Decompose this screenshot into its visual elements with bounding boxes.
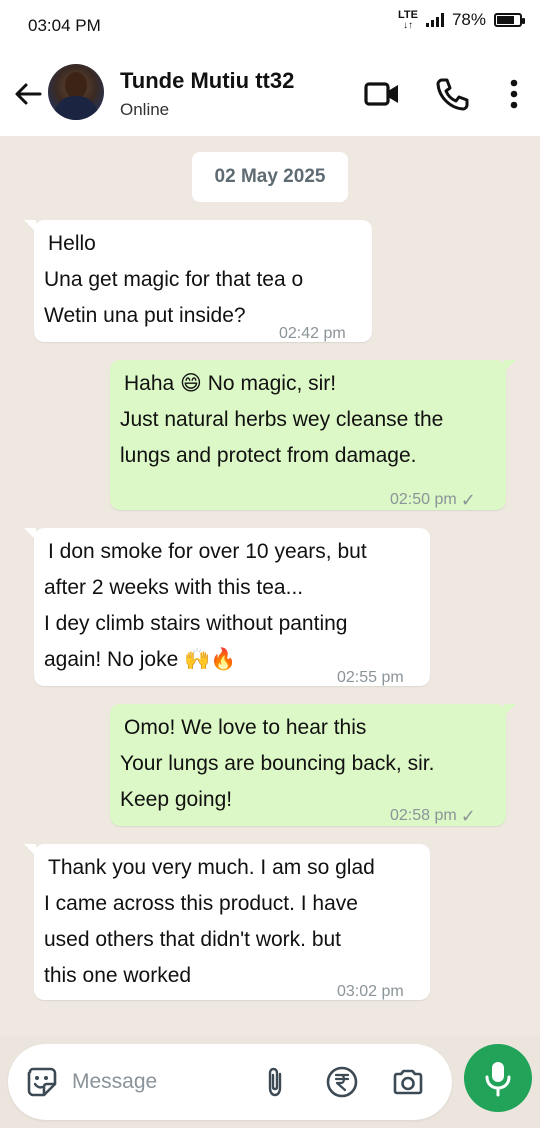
sent-check-icon: ✓ xyxy=(460,490,476,510)
message-meta: 02:50 pm ✓ xyxy=(390,482,476,518)
message-line: Hello xyxy=(48,232,96,255)
lte-icon: LTE ↓↑ xyxy=(398,9,418,31)
message-line: after 2 weeks with this tea... xyxy=(44,576,304,599)
message-line: I don smoke for over 10 years, but xyxy=(48,540,367,563)
message-time: 02:55 pm xyxy=(337,669,404,686)
rupee-payment-icon[interactable] xyxy=(324,1064,360,1100)
camera-icon[interactable] xyxy=(390,1064,426,1100)
mic-button[interactable] xyxy=(464,1044,532,1112)
message-meta: 02:58 pm ✓ xyxy=(390,798,476,834)
message-line: used others that didn't work. but xyxy=(44,928,342,951)
avatar[interactable] xyxy=(48,64,104,120)
sticker-icon[interactable] xyxy=(24,1064,60,1100)
contact-name[interactable]: Tunde Mutiu tt32 xyxy=(120,68,294,94)
signal-icon xyxy=(425,13,444,27)
message-time: 02:42 pm xyxy=(279,325,346,342)
message-line: I dey climb stairs without panting xyxy=(44,612,348,635)
video-call-icon[interactable] xyxy=(362,74,402,114)
message-bubble-incoming[interactable]: I don smoke for over 10 years, but after… xyxy=(24,528,430,686)
sent-check-icon: ✓ xyxy=(460,806,476,826)
message-input[interactable]: Message xyxy=(72,1070,157,1094)
message-bubble-incoming[interactable]: Hello Una get magic for that tea o Wetin… xyxy=(24,220,372,342)
message-line: Una get magic for that tea o xyxy=(44,268,304,291)
battery-icon xyxy=(494,13,525,27)
message-time: 02:58 pm xyxy=(390,807,457,824)
phone-icon[interactable] xyxy=(432,74,472,114)
more-vert-icon[interactable] xyxy=(494,74,534,114)
message-line: Just natural herbs wey cleanse the xyxy=(120,408,444,431)
date-separator: 02 May 2025 xyxy=(192,152,348,202)
back-arrow-icon[interactable] xyxy=(12,78,44,110)
status-bar: 03:04 PM LTE ↓↑ 78% xyxy=(0,0,540,52)
message-bubble-incoming[interactable]: Thank you very much. I am so glad I came… xyxy=(24,844,430,1000)
message-line: Thank you very much. I am so glad xyxy=(48,856,375,879)
attach-icon[interactable] xyxy=(258,1064,294,1100)
message-line: I came across this product. I have xyxy=(44,892,358,915)
message-time: 02:50 pm xyxy=(390,491,457,508)
message-line: Keep going! xyxy=(120,788,233,811)
chat-header: Tunde Mutiu tt32 Online xyxy=(0,52,540,136)
message-composer[interactable]: Message xyxy=(8,1044,452,1120)
message-line: Omo! We love to hear this xyxy=(124,716,367,739)
battery-percent: 78% xyxy=(451,10,486,29)
message-bubble-outgoing[interactable]: Haha 😄 No magic, sir! Just natural herbs… xyxy=(110,360,516,510)
message-line: lungs and protect from damage. xyxy=(120,444,417,467)
message-time: 03:02 pm xyxy=(337,983,404,1000)
message-line: again! No joke 🙌🔥 xyxy=(44,648,237,671)
message-line: this one worked xyxy=(44,964,192,987)
message-line: Wetin una put inside? xyxy=(44,304,246,327)
message-bubble-outgoing[interactable]: Omo! We love to hear this Your lungs are… xyxy=(110,704,516,826)
contact-status: Online xyxy=(120,100,170,119)
message-line: Your lungs are bouncing back, sir. xyxy=(120,752,435,775)
message-line: Haha 😄 No magic, sir! xyxy=(124,372,337,395)
status-time: 03:04 PM xyxy=(28,16,101,35)
mic-icon xyxy=(485,1062,511,1097)
